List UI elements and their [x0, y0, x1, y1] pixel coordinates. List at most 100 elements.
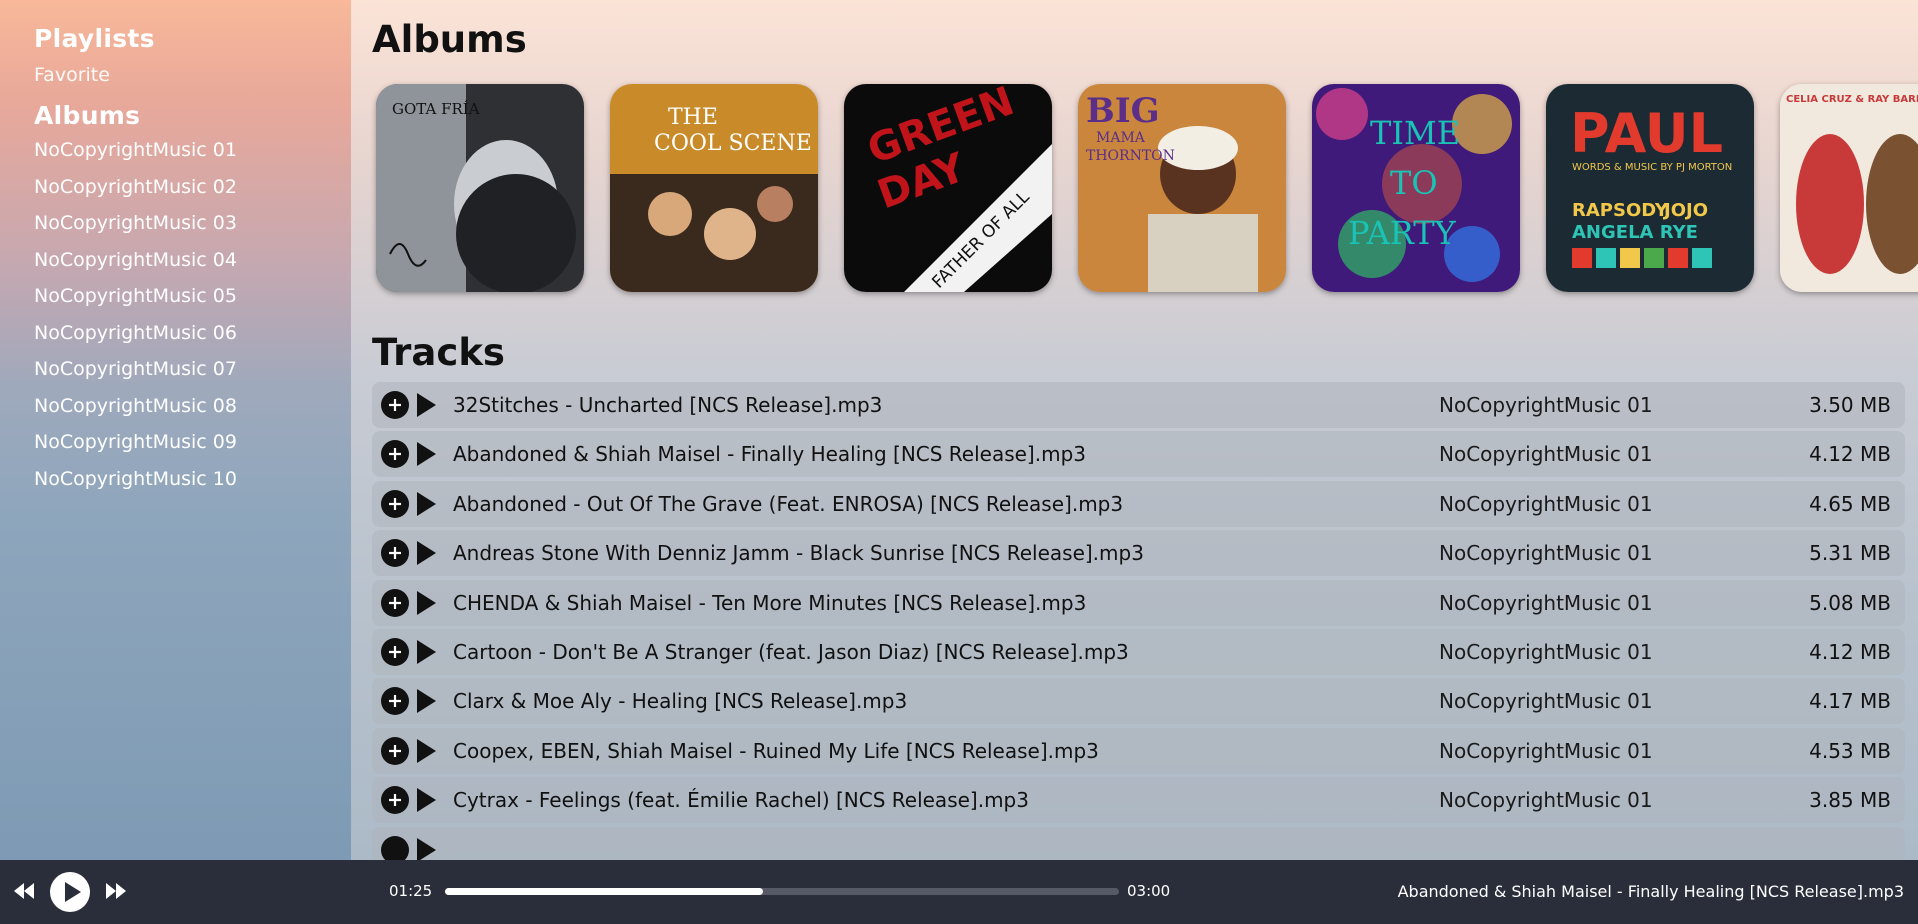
sidebar-album-01[interactable]: NoCopyrightMusic 01	[34, 132, 351, 169]
rewind-icon[interactable]	[12, 880, 36, 906]
play-track-icon[interactable]	[417, 393, 436, 417]
play-track-icon[interactable]	[417, 541, 436, 566]
play-track-icon[interactable]	[417, 788, 436, 813]
sidebar-album-06[interactable]: NoCopyrightMusic 06	[34, 315, 351, 352]
current-time: 01:25	[389, 882, 433, 900]
track-title[interactable]: Cartoon - Don't Be A Stranger (feat. Jas…	[453, 640, 1129, 664]
play-track-icon[interactable]	[417, 738, 436, 763]
play-track-icon[interactable]	[417, 639, 436, 664]
track-title[interactable]: CHENDA & Shiah Maisel - Ten More Minutes…	[453, 591, 1086, 615]
duration: 03:00	[1127, 882, 1171, 900]
album-art: GOTA FRÍA	[376, 84, 584, 292]
track-size: 3.50 MB	[1809, 393, 1891, 417]
sidebar: Playlists Favorite Albums NoCopyrightMus…	[0, 0, 351, 860]
sidebar-album-02[interactable]: NoCopyrightMusic 02	[34, 169, 351, 206]
play-track-icon[interactable]	[417, 442, 436, 467]
track-row[interactable]: Abandoned & Shiah Maisel - Finally Heali…	[372, 431, 1905, 478]
track-album: NoCopyrightMusic 01	[1439, 788, 1653, 813]
track-size: 5.31 MB	[1809, 541, 1891, 566]
svg-text:PARTY: PARTY	[1348, 214, 1457, 252]
sidebar-album-08[interactable]: NoCopyrightMusic 08	[34, 388, 351, 425]
sidebar-album-09[interactable]: NoCopyrightMusic 09	[34, 424, 351, 461]
track-title[interactable]: Andreas Stone With Denniz Jamm - Black S…	[453, 541, 1144, 565]
track-size: 4.12 MB	[1809, 639, 1891, 664]
track-row[interactable]: 32Stitches - Uncharted [NCS Release].mp3…	[372, 382, 1905, 428]
track-title[interactable]: Clarx & Moe Aly - Healing [NCS Release].…	[453, 689, 907, 713]
add-to-playlist-icon[interactable]	[381, 687, 409, 716]
add-to-playlist-icon[interactable]	[381, 835, 409, 860]
svg-text:RAPSODY: RAPSODY	[1572, 200, 1669, 221]
track-title[interactable]: Cytrax - Feelings (feat. Émilie Rachel) …	[453, 788, 1029, 812]
track-album: NoCopyrightMusic 01	[1439, 393, 1653, 417]
track-title[interactable]: Abandoned & Shiah Maisel - Finally Heali…	[453, 442, 1086, 466]
play-track-icon[interactable]	[417, 491, 436, 516]
album-cover[interactable]: PAUL WORDS & MUSIC BY PJ MORTON RAPSODY …	[1546, 84, 1754, 292]
track-row[interactable]: Andreas Stone With Denniz Jamm - Black S…	[372, 530, 1905, 577]
album-cover[interactable]: THE COOL SCENE	[610, 84, 818, 292]
progress-bar[interactable]	[445, 888, 1119, 895]
progress-fill	[445, 888, 764, 895]
svg-text:TO: TO	[1390, 164, 1438, 202]
track-album: NoCopyrightMusic 01	[1439, 491, 1653, 516]
album-cover[interactable]: TIME TO PARTY	[1312, 84, 1520, 292]
sidebar-album-04[interactable]: NoCopyrightMusic 04	[34, 242, 351, 279]
add-to-playlist-icon[interactable]	[381, 736, 409, 765]
play-track-icon[interactable]	[417, 689, 436, 714]
track-size: 4.65 MB	[1809, 491, 1891, 516]
track-row-partial[interactable]	[372, 826, 1905, 860]
track-album: NoCopyrightMusic 01	[1439, 639, 1653, 664]
sidebar-album-10[interactable]: NoCopyrightMusic 10	[34, 461, 351, 498]
add-to-playlist-icon[interactable]	[381, 786, 409, 815]
track-size: 4.53 MB	[1809, 738, 1891, 763]
now-playing-title: Abandoned & Shiah Maisel - Finally Heali…	[1397, 882, 1904, 901]
play-track-icon[interactable]	[417, 837, 436, 860]
album-art: CELIA CRUZ & RAY BARRETTO	[1780, 84, 1918, 292]
album-cover[interactable]: CELIA CRUZ & RAY BARRETTO	[1780, 84, 1918, 292]
albums-heading: Albums	[34, 101, 141, 130]
add-to-playlist-icon[interactable]	[381, 489, 409, 518]
sidebar-album-07[interactable]: NoCopyrightMusic 07	[34, 351, 351, 388]
playlists-heading: Playlists	[34, 24, 155, 53]
main-content: Albums GOTA FRÍA THE COOL SCENE GREEN DA…	[351, 0, 1918, 860]
add-to-playlist-icon[interactable]	[381, 391, 409, 419]
album-art: TIME TO PARTY	[1312, 84, 1520, 292]
track-album: NoCopyrightMusic 01	[1439, 590, 1653, 615]
track-album: NoCopyrightMusic 01	[1439, 689, 1653, 714]
track-row[interactable]: Clarx & Moe Aly - Healing [NCS Release].…	[372, 678, 1905, 725]
album-cover[interactable]: GREEN DAY FATHER OF ALL	[844, 84, 1052, 292]
track-row[interactable]: CHENDA & Shiah Maisel - Ten More Minutes…	[372, 579, 1905, 626]
track-title[interactable]: 32Stitches - Uncharted [NCS Release].mp3	[453, 393, 882, 417]
album-art: BIG MAMA THORNTON	[1078, 84, 1286, 292]
album-cover[interactable]: BIG MAMA THORNTON	[1078, 84, 1286, 292]
track-title[interactable]: Coopex, EBEN, Shiah Maisel - Ruined My L…	[453, 739, 1099, 763]
track-row[interactable]: Cartoon - Don't Be A Stranger (feat. Jas…	[372, 628, 1905, 675]
track-row[interactable]: Cytrax - Feelings (feat. Émilie Rachel) …	[372, 777, 1905, 824]
svg-text:PAUL: PAUL	[1570, 102, 1723, 165]
album-cover-text: GOTA FRÍA	[392, 100, 480, 118]
add-to-playlist-icon[interactable]	[381, 539, 409, 568]
play-track-icon[interactable]	[417, 590, 436, 615]
album-cover[interactable]: GOTA FRÍA	[376, 84, 584, 292]
sidebar-item-favorite[interactable]: Favorite	[34, 59, 351, 95]
track-title[interactable]: Abandoned - Out Of The Grave (Feat. ENRO…	[453, 492, 1123, 516]
add-to-playlist-icon[interactable]	[381, 637, 409, 666]
track-row[interactable]: Abandoned - Out Of The Grave (Feat. ENRO…	[372, 480, 1905, 527]
play-button[interactable]	[50, 872, 90, 912]
sidebar-album-05[interactable]: NoCopyrightMusic 05	[34, 278, 351, 315]
album-carousel[interactable]: GOTA FRÍA THE COOL SCENE GREEN DAY FATHE…	[376, 84, 1918, 294]
svg-text:JOJO: JOJO	[1662, 200, 1708, 221]
player-bar: 01:25 03:00 Abandoned & Shiah Maisel - F…	[0, 860, 1918, 924]
album-art: GREEN DAY FATHER OF ALL	[844, 84, 1052, 292]
svg-text:THE: THE	[668, 105, 718, 130]
track-album: NoCopyrightMusic 01	[1439, 442, 1653, 467]
fast-forward-icon[interactable]	[104, 880, 128, 906]
albums-title: Albums	[372, 18, 527, 61]
track-row[interactable]: Coopex, EBEN, Shiah Maisel - Ruined My L…	[372, 727, 1905, 774]
track-size: 4.12 MB	[1809, 442, 1891, 467]
svg-text:BIG: BIG	[1086, 91, 1160, 131]
add-to-playlist-icon[interactable]	[381, 588, 409, 617]
svg-text:ANGELA RYE: ANGELA RYE	[1572, 222, 1698, 243]
add-to-playlist-icon[interactable]	[381, 440, 409, 469]
sidebar-album-03[interactable]: NoCopyrightMusic 03	[34, 205, 351, 242]
album-art: THE COOL SCENE	[610, 84, 818, 292]
